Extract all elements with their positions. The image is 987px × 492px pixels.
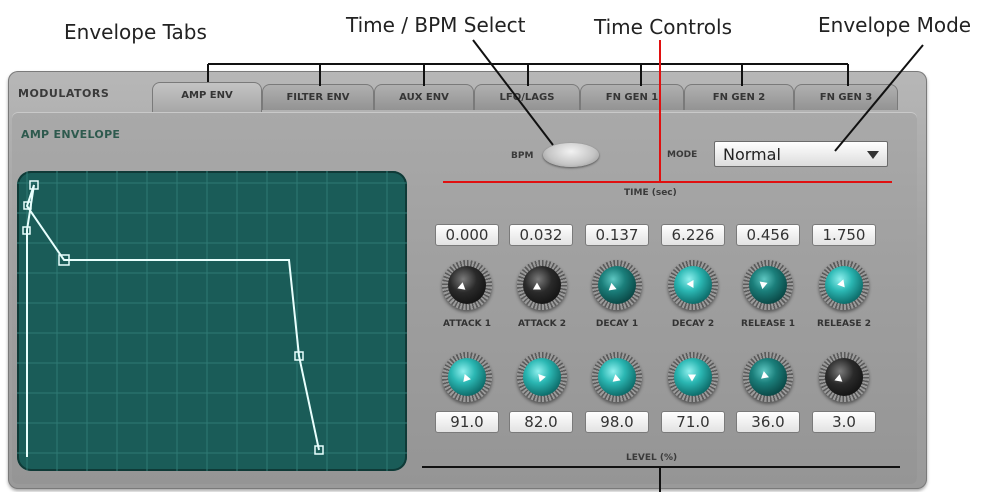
level-value-decay1[interactable]: 98.0: [585, 411, 649, 433]
level-value-attack2[interactable]: 82.0: [509, 411, 573, 433]
time-value-decay1[interactable]: 0.137: [585, 224, 649, 246]
time-knob-release1[interactable]: [743, 260, 793, 310]
mode-label: MODE: [667, 150, 698, 160]
level-value-attack1[interactable]: 91.0: [435, 411, 499, 433]
tab-filter-env[interactable]: FILTER ENV: [262, 84, 374, 110]
level-knob-attack2[interactable]: [517, 352, 567, 402]
annotation-envelope-mode: Envelope Mode: [818, 13, 972, 37]
mode-select-value: Normal: [723, 145, 781, 164]
bpm-label: BPM: [511, 151, 534, 161]
stage-label-attack2: ATTACK 2: [518, 319, 566, 329]
section-title: AMP ENVELOPE: [21, 128, 121, 141]
level-value-release1[interactable]: 36.0: [736, 411, 800, 433]
level-value-decay2[interactable]: 71.0: [661, 411, 725, 433]
time-knob-decay1[interactable]: [592, 260, 642, 310]
time-knob-release2[interactable]: [819, 260, 869, 310]
level-knob-release2[interactable]: [819, 352, 869, 402]
envelope-curve: [25, 184, 320, 457]
stage-label-release1: RELEASE 1: [741, 319, 795, 329]
time-knob-attack2[interactable]: [517, 260, 567, 310]
time-value-decay2[interactable]: 6.226: [661, 224, 725, 246]
time-value-attack1[interactable]: 0.000: [435, 224, 499, 246]
bpm-toggle-button[interactable]: [543, 143, 599, 167]
stage-label-decay2: DECAY 2: [671, 319, 715, 329]
level-value-release2[interactable]: 3.0: [812, 411, 876, 433]
time-header: TIME (sec): [624, 188, 677, 198]
stage-label-release2: RELEASE 2: [817, 319, 871, 329]
annotation-time-controls: Time Controls: [594, 15, 733, 39]
envelope-graph-svg: [17, 171, 407, 471]
stage-label-decay1: DECAY 1: [595, 319, 639, 329]
tab-amp-env[interactable]: AMP ENV: [152, 82, 262, 112]
envelope-graph[interactable]: [17, 171, 407, 471]
time-knob-attack1[interactable]: [442, 260, 492, 310]
mode-select[interactable]: Normal: [714, 141, 888, 167]
stage-label-attack1: ATTACK 1: [443, 319, 491, 329]
level-knob-attack1[interactable]: [442, 352, 492, 402]
time-knob-decay2[interactable]: [668, 260, 718, 310]
level-knob-release1[interactable]: [743, 352, 793, 402]
time-value-release1[interactable]: 0.456: [736, 224, 800, 246]
tab-lfo-lags[interactable]: LFO/LAGS: [474, 84, 580, 110]
time-value-release2[interactable]: 1.750: [812, 224, 876, 246]
tab-fn-gen-1[interactable]: FN GEN 1: [580, 84, 684, 110]
annotation-time-bpm-select: Time / BPM Select: [346, 13, 526, 37]
tab-fn-gen-2[interactable]: FN GEN 2: [684, 84, 794, 110]
level-header: LEVEL (%): [626, 453, 678, 463]
panel-title: MODULATORS: [18, 87, 110, 100]
tab-fn-gen-3[interactable]: FN GEN 3: [794, 84, 898, 110]
annotation-envelope-tabs: Envelope Tabs: [64, 20, 207, 44]
graph-grid: [17, 171, 407, 471]
time-value-attack2[interactable]: 0.032: [509, 224, 573, 246]
level-knob-decay1[interactable]: [592, 352, 642, 402]
chevron-down-icon: [867, 151, 879, 159]
level-knob-decay2[interactable]: [668, 352, 718, 402]
tab-aux-env[interactable]: AUX ENV: [374, 84, 474, 110]
